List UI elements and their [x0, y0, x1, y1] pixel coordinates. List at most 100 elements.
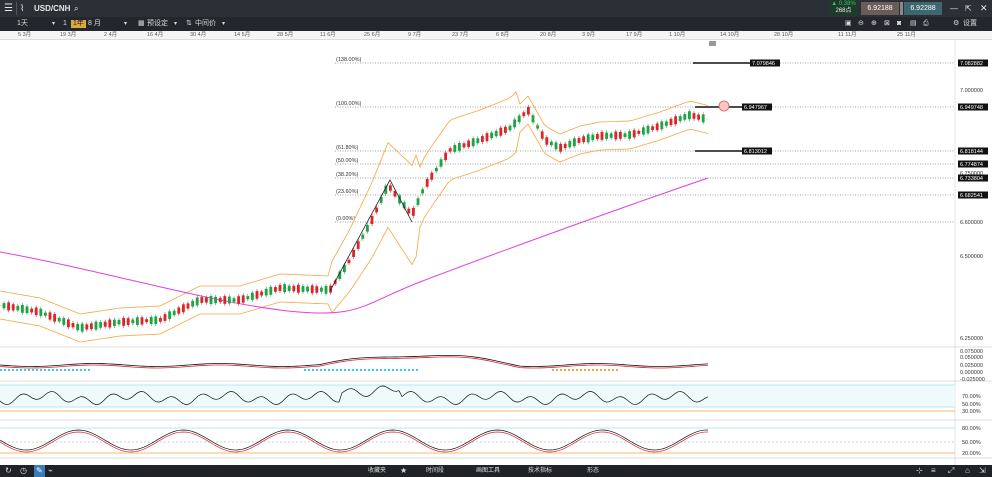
fit-icon[interactable]: ⊠	[884, 17, 890, 31]
popout-icon[interactable]: ⇱	[965, 0, 972, 17]
candle-body	[255, 291, 259, 299]
candle-body	[163, 314, 167, 321]
search-icon[interactable]: ⌕	[74, 0, 78, 17]
preset-select[interactable]: 预设定	[147, 17, 168, 31]
macd-histogram-bar	[408, 369, 410, 371]
candle-body	[407, 208, 411, 214]
candle-body	[688, 111, 691, 120]
pencil-icon[interactable]: ✎	[34, 465, 45, 477]
candle-body	[637, 130, 641, 134]
indicator-icon[interactable]: ⌁	[48, 465, 53, 477]
candle-body	[76, 323, 79, 331]
price-chart[interactable]: (138.00%) (100.00%) (61.80%) (50.00%) (38.20…	[0, 39, 992, 465]
fib-label: (100.00%)	[336, 101, 362, 107]
candle-body	[586, 134, 590, 143]
clock-icon[interactable]: ◷	[20, 465, 27, 477]
chart-tag-label: 6.947967	[744, 105, 767, 111]
price-type-select[interactable]: 中间价	[195, 17, 216, 31]
macd-histogram-bar	[404, 369, 406, 371]
candle-body	[692, 113, 696, 119]
fib-label: (61.80%)	[336, 145, 358, 151]
macd-axis-label: -0.025000	[960, 377, 985, 383]
period-8month[interactable]: 8 月	[88, 17, 101, 31]
macd-histogram-bar	[48, 369, 50, 371]
candle-body	[591, 134, 595, 141]
rsi-axis-label: 30.00%	[962, 409, 981, 415]
candle-body	[324, 285, 328, 294]
date-label: 16 4月	[147, 32, 164, 38]
rsi-axis-label: 50.00%	[962, 402, 981, 408]
camera-icon[interactable]: ◙	[897, 17, 901, 31]
rsi-axis-label: 70.00%	[962, 394, 981, 400]
magnet-icon[interactable]: ⌂	[965, 465, 970, 477]
layout-icon[interactable]: ▤	[910, 17, 917, 31]
candle-body	[678, 116, 682, 122]
macd-histogram-bar	[392, 369, 394, 371]
candle-body	[370, 216, 374, 224]
price-type-dropdown-icon[interactable]: ▾	[222, 17, 225, 31]
crosshair-icon[interactable]: ⊹	[916, 465, 923, 477]
candle-body	[136, 317, 139, 325]
fib-label: (0.00%)	[336, 216, 355, 222]
price-axis-label: 6.600000	[960, 220, 983, 226]
preset-dropdown-icon[interactable]: ▾	[174, 17, 177, 31]
candle-body	[48, 312, 52, 320]
gear-icon[interactable]: ⚙	[953, 17, 959, 31]
top-bar: ☰ ⌇ USD/CNH ⌕ ▲ 0.38% 268点 6.92188 6.922…	[0, 0, 992, 17]
expand-icon[interactable]: ⤢	[948, 465, 954, 477]
symbol-label[interactable]: USD/CNH	[34, 0, 70, 17]
interval-select[interactable]: 1天	[17, 17, 28, 31]
candle-body	[499, 127, 503, 136]
zoom-out-icon[interactable]: ⊖	[858, 17, 864, 31]
macd-histogram-bar	[616, 369, 618, 371]
shapes-button[interactable]: 形态	[587, 465, 599, 477]
candle-body	[154, 316, 158, 324]
favorites-button[interactable]: 收藏夹	[368, 465, 386, 477]
menu-icon[interactable]: ☰	[4, 0, 13, 17]
candle-body	[117, 319, 121, 325]
macd-histogram-bar	[12, 369, 14, 371]
candle-body	[628, 131, 631, 139]
macd-histogram-bar	[320, 369, 322, 371]
layers-icon[interactable]: ≡	[931, 465, 936, 477]
macd-histogram-bar	[4, 369, 6, 371]
candle-body	[228, 296, 231, 304]
macd-histogram-bar	[24, 369, 26, 371]
bid-price[interactable]: 6.92188	[861, 2, 899, 15]
indicators-button[interactable]: 技术指标	[528, 465, 552, 477]
macd-histogram-bar	[36, 369, 38, 371]
candle-body	[7, 302, 10, 311]
collapse-icon[interactable]: ⇲	[979, 465, 986, 477]
period-1-suffix: 1年	[71, 20, 86, 28]
zoom-in-icon[interactable]: ⊕	[871, 17, 877, 31]
macd-histogram-bar	[0, 369, 2, 371]
print-icon[interactable]: ⎙	[923, 17, 929, 31]
chart-icon[interactable]: ⌇	[20, 0, 24, 17]
date-label: 14 10月	[720, 32, 740, 38]
screenshot-icon[interactable]: ▣	[845, 17, 852, 31]
ask-price[interactable]: 6.92288	[904, 2, 942, 15]
date-label: 25 6月	[364, 32, 381, 38]
candle-body	[559, 143, 562, 152]
draw-tools-button[interactable]: 画图工具	[476, 465, 500, 477]
macd-histogram-bar	[592, 369, 594, 371]
scroll-marker	[709, 41, 716, 46]
candle-body	[513, 119, 516, 128]
candle-body	[186, 303, 190, 309]
period-dropdown-icon[interactable]: ▾	[124, 17, 127, 31]
minimize-icon[interactable]: —	[950, 0, 958, 17]
fib-label: (138.00%)	[336, 57, 362, 63]
timeframe-button[interactable]: 时间段	[426, 465, 444, 477]
refresh-icon[interactable]: ↻	[5, 465, 12, 477]
date-label: 2 4月	[104, 32, 118, 38]
close-icon[interactable]: ✕	[980, 0, 988, 17]
interval-dropdown-icon[interactable]: ▾	[52, 17, 55, 31]
macd-histogram-bar	[560, 369, 562, 371]
settings-label[interactable]: 设置	[963, 17, 977, 31]
candle-body	[131, 319, 135, 324]
candle-body	[177, 307, 181, 314]
candle-body	[108, 319, 112, 328]
star-icon[interactable]: ★	[400, 465, 407, 477]
price-axis-label: 7.000000	[960, 88, 983, 94]
period-1[interactable]: 1	[63, 17, 67, 31]
